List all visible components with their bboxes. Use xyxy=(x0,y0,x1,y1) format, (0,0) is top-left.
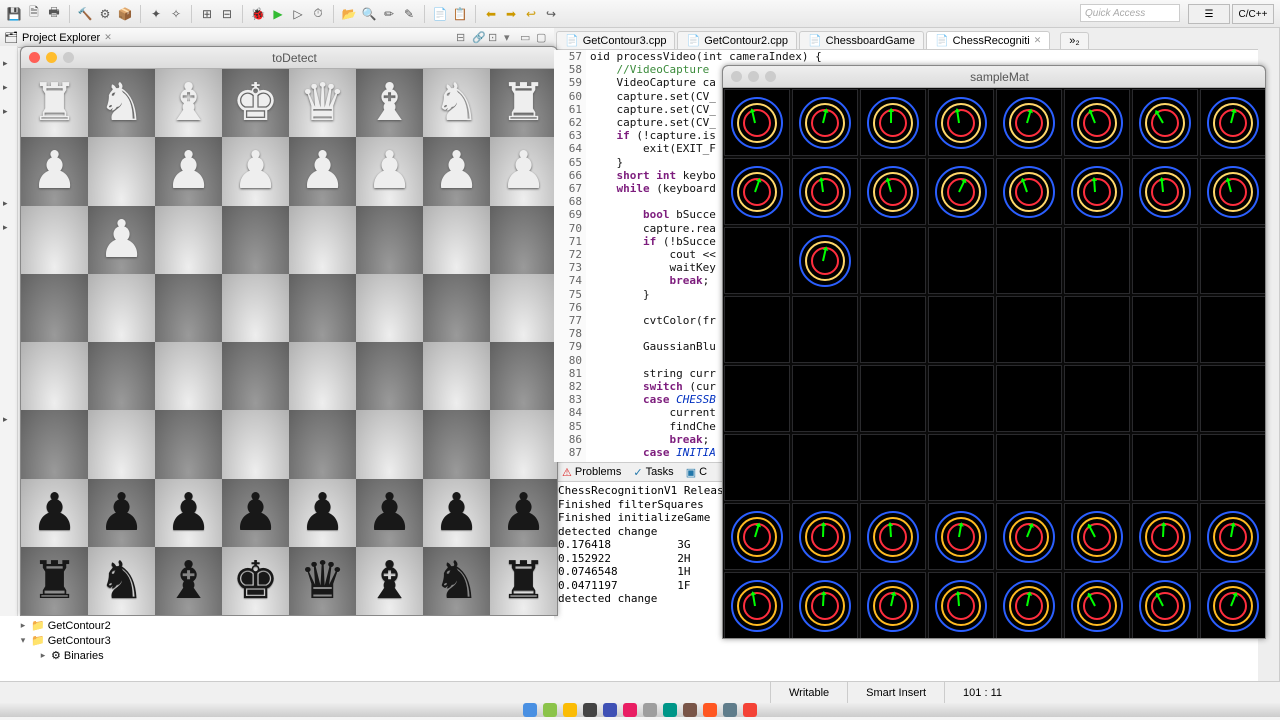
sheet-icon[interactable]: 📄 xyxy=(432,6,448,22)
project-tree[interactable]: ▸📁GetContour2▾📁GetContour3▸⚙Binaries xyxy=(0,616,554,681)
project-explorer-label: Project Explorer xyxy=(22,32,100,44)
tab-getcontour2-cpp[interactable]: 📄GetContour2.cpp xyxy=(677,31,796,49)
wand-icon[interactable]: ✏ xyxy=(381,6,397,22)
problems-tab[interactable]: ⚠Problems xyxy=(558,466,625,479)
console-icon: ▣ xyxy=(686,466,696,479)
new2-icon[interactable]: ✧ xyxy=(168,6,184,22)
build-icon[interactable]: 🔨 xyxy=(77,6,93,22)
folder-icon[interactable]: 📂 xyxy=(341,6,357,22)
link-icon[interactable]: 🔗 xyxy=(472,31,486,45)
samplemat-window: sampleMat xyxy=(722,65,1266,639)
task-icon: ✓ xyxy=(633,466,642,479)
main-toolbar: 💾 🗎 🖶 🔨 ⚙ 📦 ✦ ✧ ⊞ ⊟ 🐞 ▶ ▷ ⏱ 📂 🔍 ✏ ✎ 📄 📋 … xyxy=(0,0,1280,28)
samplemat-titlebar[interactable]: sampleMat xyxy=(723,66,1265,88)
back-icon[interactable]: ⬅ xyxy=(483,6,499,22)
run-ext-icon[interactable]: ▷ xyxy=(290,6,306,22)
search-icon[interactable]: 🔍 xyxy=(361,6,377,22)
tree-item-getcontour2[interactable]: ▸📁GetContour2 xyxy=(4,618,550,633)
tgt-icon[interactable]: 📦 xyxy=(117,6,133,22)
line-gutter: 5758596061626364656667686970717273747576… xyxy=(554,50,586,462)
cpp-perspective-button[interactable]: C/C++ xyxy=(1232,4,1274,24)
tree-item-getcontour3[interactable]: ▾📁GetContour3 xyxy=(4,633,550,648)
hist-fwd-icon[interactable]: ↪ xyxy=(543,6,559,22)
menu-icon[interactable]: ▾ xyxy=(504,31,518,45)
tab-chessboardgame[interactable]: 📄ChessboardGame xyxy=(799,31,924,49)
samplemat-image xyxy=(723,88,1265,638)
chessboard-image: ♜♞♝♚♛♝♞♜♟♟♟♟♟♟♟♟♟♟♟♟♟♟♟♟♜♞♝♚♛♝♞♜ xyxy=(21,69,557,615)
console-tab[interactable]: ▣C xyxy=(682,466,711,479)
fwd-icon[interactable]: ➡ xyxy=(503,6,519,22)
dock xyxy=(0,703,1280,717)
status-bar: Writable Smart Insert 101 : 11 xyxy=(0,681,1280,703)
perspective-icon[interactable]: ☰ xyxy=(1188,4,1230,24)
new-icon[interactable]: ✦ xyxy=(148,6,164,22)
left-panel: 🗂 Project Explorer ✕ ⊟ 🔗 ⊡ ▾ ▭ ▢ ▸▸▸ ▸▸ … xyxy=(0,28,554,681)
profile-icon[interactable]: ⏱ xyxy=(310,6,326,22)
sheet2-icon[interactable]: 📋 xyxy=(452,6,468,22)
cfg-icon[interactable]: ⊞ xyxy=(199,6,215,22)
todetect-titlebar[interactable]: toDetect xyxy=(21,47,557,69)
todetect-window: toDetect ♜♞♝♚♛♝♞♜♟♟♟♟♟♟♟♟♟♟♟♟♟♟♟♟♜♞♝♚♛♝♞… xyxy=(20,46,558,616)
max-icon[interactable]: ▢ xyxy=(536,31,550,45)
status-insert: Smart Insert xyxy=(847,682,944,703)
cfg2-icon[interactable]: ⊟ xyxy=(219,6,235,22)
status-position: 101 : 11 xyxy=(944,682,1020,703)
tab-chessrecogniti[interactable]: 📄ChessRecogniti✕ xyxy=(926,31,1050,49)
quick-access-input[interactable]: Quick Access xyxy=(1080,4,1180,22)
close-dot-icon[interactable] xyxy=(731,71,742,82)
explorer-icon: 🗂 xyxy=(4,31,18,44)
debug-icon[interactable]: 🐞 xyxy=(250,6,266,22)
min-icon[interactable]: ▭ xyxy=(520,31,534,45)
mark-icon[interactable]: ✎ xyxy=(401,6,417,22)
tree-gutter: ▸▸▸ ▸▸ ▸ xyxy=(0,46,18,681)
tree-item-binaries[interactable]: ▸⚙Binaries xyxy=(4,648,550,663)
collapse-icon[interactable]: ⊟ xyxy=(456,31,470,45)
warn-icon: ⚠ xyxy=(562,466,572,479)
samplemat-title: sampleMat xyxy=(742,70,1257,84)
more-tabs-button[interactable]: »₂ xyxy=(1060,32,1088,49)
run-icon[interactable]: ▶ xyxy=(270,6,286,22)
close-dot-icon[interactable] xyxy=(29,52,40,63)
hammer-icon[interactable]: ⚙ xyxy=(97,6,113,22)
save-all-icon[interactable]: 🗎 xyxy=(26,6,42,22)
todetect-title: toDetect xyxy=(40,51,549,65)
close-icon[interactable]: ✕ xyxy=(104,32,112,43)
print-icon[interactable]: 🖶 xyxy=(46,6,62,22)
editor-tabs: 📄GetContour3.cpp📄GetContour2.cpp📄Chessbo… xyxy=(554,28,1258,50)
hist-back-icon[interactable]: ↩ xyxy=(523,6,539,22)
tab-getcontour3-cpp[interactable]: 📄GetContour3.cpp xyxy=(556,31,675,49)
status-writable: Writable xyxy=(770,682,847,703)
tasks-tab[interactable]: ✓Tasks xyxy=(629,466,677,479)
save-icon[interactable]: 💾 xyxy=(6,6,22,22)
project-explorer-tab[interactable]: 🗂 Project Explorer ✕ ⊟ 🔗 ⊡ ▾ ▭ ▢ xyxy=(0,28,554,48)
focus-icon[interactable]: ⊡ xyxy=(488,31,502,45)
